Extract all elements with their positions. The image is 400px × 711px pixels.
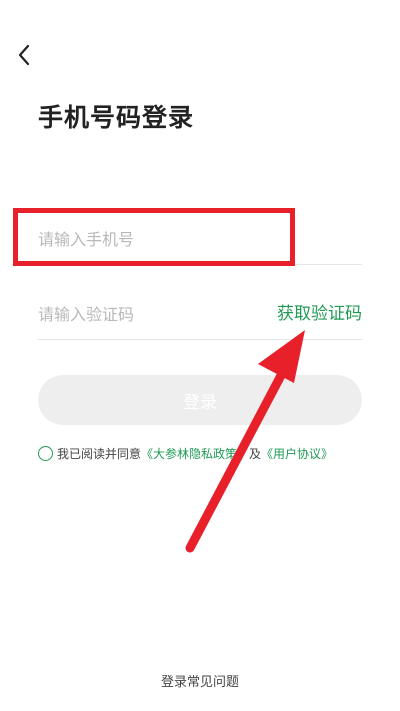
- login-faq-link[interactable]: 登录常见问题: [0, 671, 400, 690]
- login-button[interactable]: 登录: [38, 375, 362, 425]
- page-title: 手机号码登录: [38, 103, 195, 132]
- chevron-left-icon: [18, 44, 30, 66]
- get-code-button[interactable]: 获取验证码: [277, 289, 362, 339]
- agreement-and: 及: [249, 446, 262, 461]
- phone-field: [38, 214, 362, 265]
- phone-input[interactable]: [38, 214, 238, 264]
- back-button[interactable]: [10, 40, 38, 70]
- verification-code-input[interactable]: [38, 289, 238, 339]
- privacy-policy-link[interactable]: 《大参林隐私政策》: [141, 445, 249, 462]
- user-agreement-link[interactable]: 《用户协议》: [261, 445, 333, 462]
- agree-checkbox[interactable]: [38, 445, 53, 461]
- agreement-prefix: 我已阅读并同意: [57, 446, 142, 461]
- agreement-row: 我已阅读并同意 《大参林隐私政策》 及 《用户协议》: [38, 444, 333, 462]
- code-field: 获取验证码: [38, 289, 362, 340]
